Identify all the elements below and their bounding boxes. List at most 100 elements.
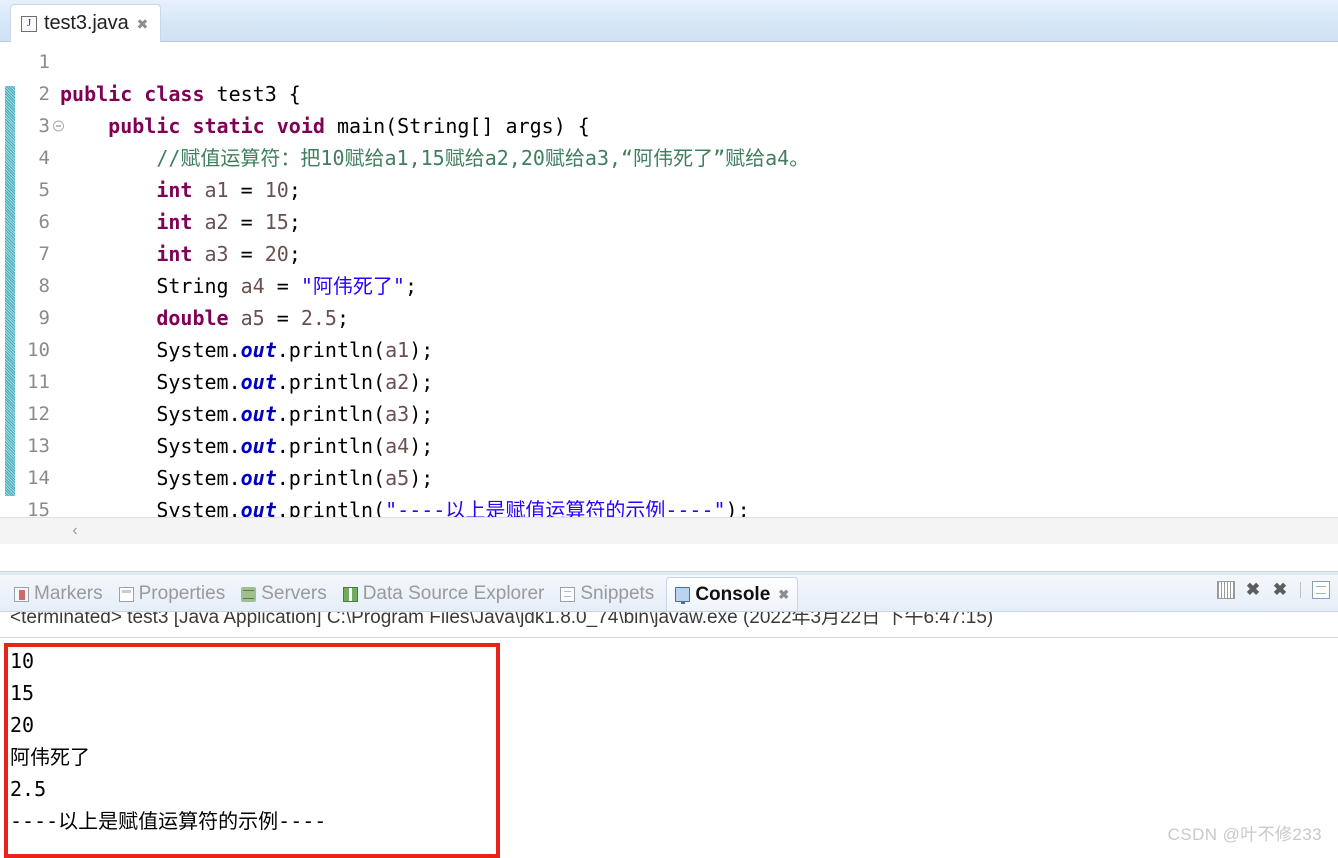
code-token: ; [336,306,350,330]
console-view[interactable]: <terminated> test3 [Java Application] C:… [0,612,1338,856]
code-line[interactable]: //赋值运算符：把10赋给a1,15赋给a2,20赋给a3,“阿伟死了”赋给a4… [60,142,1338,174]
code-token: .println( [276,402,386,426]
code-token: a2 [204,210,241,234]
code-line[interactable]: System.out.println(a1); [60,334,1338,366]
code-line[interactable] [60,46,1338,78]
code-token: //赋值运算符：把10赋给a1,15赋给a2,20赋给a3,“阿伟死了”赋给a4… [156,146,810,170]
display-selected-console-icon[interactable] [1217,581,1235,599]
remove-all-terminated-icon[interactable]: ✖ [1271,581,1289,599]
view-tab-data-source-explorer[interactable]: Data Source Explorer [335,577,553,611]
editor-tab-label: test3.java [44,12,129,34]
view-tab-markers[interactable]: Markers [0,577,111,611]
code-editor[interactable]: 1 2 3 4 5 6 7 8 9 10 11 12 13 14 15 public class test3… [0,42,1338,544]
properties-icon [118,586,134,602]
code-line[interactable]: int a2 = 15; [60,206,1338,238]
view-tab-console[interactable]: Console ✖ [666,577,799,611]
view-tab-label: Console [695,583,771,605]
code-token: = [240,242,265,266]
console-output[interactable]: 10 15 20 阿伟死了 2.5 ----以上是赋值运算符的示例---- [10,645,326,837]
code-line[interactable]: System.out.println(a2); [60,366,1338,398]
view-tab-servers[interactable]: Servers [233,577,334,611]
code-line[interactable]: String a4 = "阿伟死了"; [60,270,1338,302]
code-token: double [156,306,241,330]
remove-launch-icon[interactable]: ✖ [1244,581,1262,599]
code-line[interactable]: int a1 = 10; [60,174,1338,206]
code-line[interactable]: double a5 = 2.5; [60,302,1338,334]
code-line[interactable]: System.out.println(a5); [60,462,1338,494]
code-line[interactable]: System.out.println(a4); [60,430,1338,462]
open-console-icon[interactable] [1312,581,1330,599]
code-token: out [240,434,277,458]
code-token: ); [409,338,434,362]
line-number: 8 [38,275,50,297]
view-tab-properties[interactable]: Properties [111,577,234,611]
editor-horizontal-scrollbar[interactable]: ‹ [0,517,1338,544]
code-token: .println( [276,434,386,458]
csdn-watermark: CSDN @叶不修233 [1167,825,1322,844]
code-token: a4 [385,434,410,458]
console-output-line: 15 [10,681,35,705]
code-token: 15 [264,210,289,234]
view-tab-label: Markers [34,583,103,604]
line-number: 5 [38,179,50,201]
line-number: 7 [38,243,50,265]
line-number: 14 [27,467,50,489]
code-line[interactable]: System.out.println(a3); [60,398,1338,430]
line-number: 10 [27,339,50,361]
code-token: = [240,210,265,234]
code-text-area[interactable]: public class test3 { public static void … [60,42,1338,544]
line-number: 12 [27,403,50,425]
code-line[interactable]: public static void main(String[] args) { [60,110,1338,142]
markers-icon [14,586,29,602]
code-token: ); [409,402,434,426]
close-icon[interactable]: ✖ [136,17,149,31]
view-tab-label: Properties [138,583,226,604]
view-tab-snippets[interactable]: Snippets [552,577,662,611]
close-icon[interactable]: ✖ [778,587,789,603]
line-number: 4 [38,147,50,169]
code-token: out [240,466,277,490]
code-line[interactable]: int a3 = 20; [60,238,1338,270]
code-token: a1 [204,178,241,202]
code-token: test3 { [216,82,301,106]
scroll-left-icon[interactable]: ‹ [62,519,88,543]
code-token: ; [404,274,417,298]
code-token: ); [409,466,434,490]
line-number: 3 [16,110,64,142]
code-token: main(String[] args) { [336,114,590,138]
line-number: 13 [27,435,50,457]
code-token: System. [60,338,241,362]
view-tab-label: Servers [261,583,327,604]
console-launch-header: <terminated> test3 [Java Application] C:… [10,612,994,628]
line-number-ruler: 1 2 3 4 5 6 7 8 9 10 11 12 13 14 15 [16,42,64,544]
code-token: a3 [204,242,241,266]
editor-tab-bar: J test3.java ✖ [0,0,1338,42]
data-source-explorer-icon [342,586,358,602]
code-line[interactable]: public class test3 { [60,78,1338,110]
servers-icon [241,586,257,602]
code-token: int [156,210,205,234]
code-token: public static void [108,114,337,138]
scroll-track[interactable] [88,526,1338,536]
code-token: int [156,242,205,266]
view-tab-bar: Markers Properties Servers Data Source Expl… [0,575,1338,612]
code-token: a3 [385,402,410,426]
code-token: System. [60,434,241,458]
code-token: a2 [385,370,410,394]
snippets-icon [560,586,576,602]
code-token: ); [409,370,434,394]
console-output-line: ----以上是赋值运算符的示例---- [10,809,327,833]
line-number: 2 [38,83,50,105]
console-output-line: 2.5 [10,777,47,801]
code-token: 2.5 [300,306,337,330]
code-token: = [276,274,301,298]
editor-tab-test3-java[interactable]: J test3.java ✖ [10,4,162,42]
code-token: ; [288,242,301,266]
code-token: public class [60,82,217,106]
code-token: System. [60,402,241,426]
